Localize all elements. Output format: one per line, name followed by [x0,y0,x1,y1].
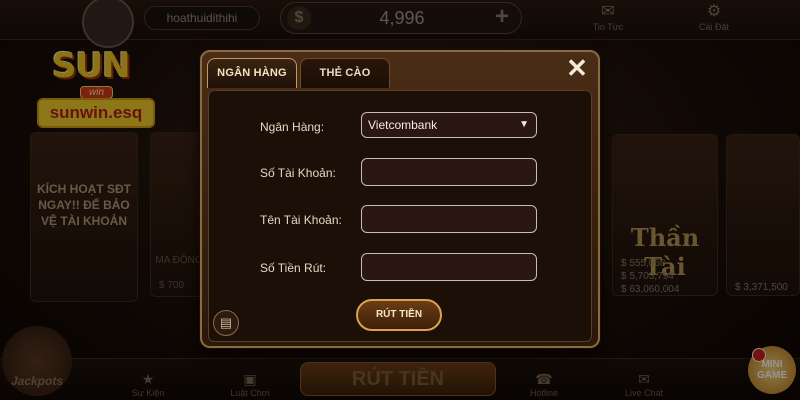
withdraw-submit-button[interactable]: RÚT TIỀN [356,299,442,331]
bank-select-value: Vietcombank [368,118,438,132]
account-number-label: Số Tài Khoản: [260,166,336,180]
amount-field[interactable] [361,253,537,281]
account-name-input[interactable] [362,206,536,232]
tab-bank[interactable]: NGÂN HÀNG [207,58,297,88]
history-icon[interactable]: ▤ [213,310,239,336]
amount-input[interactable] [362,254,536,280]
amount-label: Số Tiền Rút: [260,261,327,275]
close-icon[interactable]: ✕ [560,54,594,84]
chevron-down-icon: ▼ [519,119,529,130]
bank-select[interactable]: Vietcombank ▼ [361,112,537,138]
account-name-label: Tên Tài Khoản: [260,213,342,227]
bank-label: Ngân Hàng: [260,120,325,134]
account-number-field[interactable] [361,158,537,186]
account-name-field[interactable] [361,205,537,233]
account-number-input[interactable] [362,159,536,185]
withdraw-modal: NGÂN HÀNG THẺ CÀO ✕ Ngân Hàng: Vietcomba… [200,50,600,348]
tab-card[interactable]: THẺ CÀO [300,58,390,88]
